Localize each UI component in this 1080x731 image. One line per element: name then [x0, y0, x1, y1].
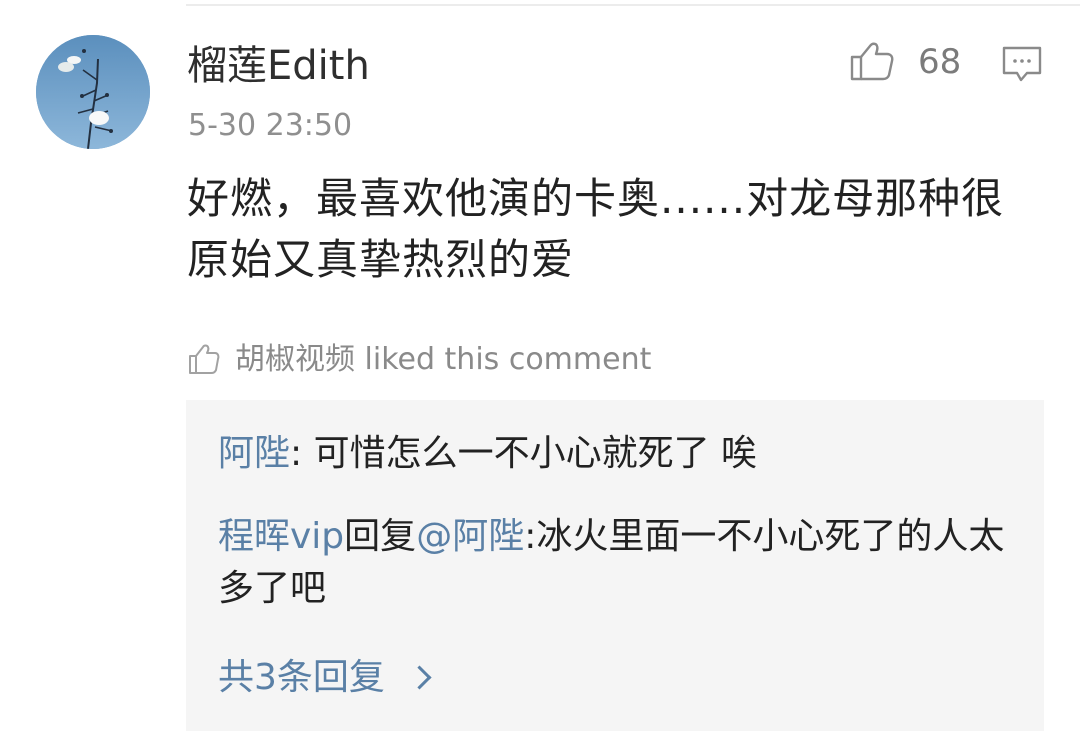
view-all-replies-label[interactable]: 共3条回复: [218, 657, 385, 698]
avatar[interactable]: [36, 35, 150, 149]
thumbs-up-icon: [850, 42, 894, 81]
reply-author[interactable]: 程晖vip: [218, 516, 344, 557]
reply-separator: :: [524, 516, 537, 557]
comment-body: 好燃，最喜欢他演的卡奥......对龙母那种很原始又真挚热烈的爱: [187, 174, 1005, 284]
thumbs-up-icon: [189, 344, 220, 374]
comment-bubble-icon: [1002, 46, 1042, 82]
reply-separator: :: [290, 433, 314, 474]
reply-item[interactable]: 阿陛: 可惜怎么一不小心就死了 唉: [218, 428, 1008, 480]
reply-verb: 回复: [344, 516, 417, 557]
comment-card: 榴莲Edith 5-30 23:50 68 好燃，最喜欢他演的卡奥......对…: [0, 0, 1080, 731]
reply-item[interactable]: 程晖vip回复@阿陛:冰火里面一不小心死了的人太多了吧: [218, 511, 1008, 615]
liked-by-text: 胡椒视频 liked this comment: [235, 342, 652, 377]
avatar-image: [36, 35, 150, 149]
reply-author[interactable]: 阿陛: [218, 433, 290, 474]
reply-text: 可惜怎么一不小心就死了 唉: [313, 433, 758, 474]
view-all-replies-link[interactable]: 共3条回复: [218, 652, 432, 704]
reply-preview-box[interactable]: 阿陛: 可惜怎么一不小心就死了 唉 程晖vip回复@阿陛:冰火里面一不小心死了的…: [186, 400, 1044, 731]
username[interactable]: 榴莲Edith: [187, 38, 370, 94]
reply-mention[interactable]: @阿陛: [416, 516, 524, 557]
like-count: 68: [918, 42, 962, 82]
reply-comment-button[interactable]: [1000, 42, 1044, 86]
like-button[interactable]: [848, 36, 896, 84]
comment-timestamp: 5-30 23:50: [188, 108, 353, 143]
top-divider: [186, 4, 1080, 6]
chevron-right-icon: [407, 665, 432, 690]
